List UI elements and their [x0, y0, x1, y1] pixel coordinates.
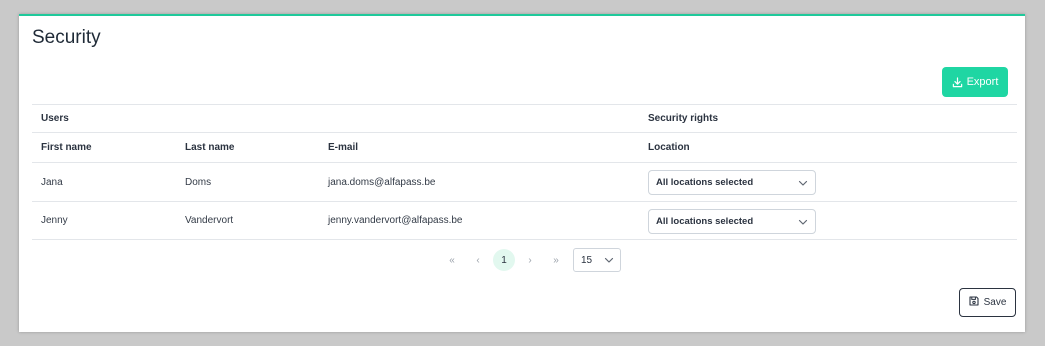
column-header-last-name: Last name: [185, 142, 235, 153]
chevron-down-icon: [798, 217, 808, 230]
floppy-disk-icon: [969, 296, 979, 309]
save-label: Save: [983, 297, 1007, 308]
first-page-button[interactable]: «: [439, 249, 465, 271]
page-title: Security: [32, 27, 101, 48]
export-button[interactable]: Export: [942, 67, 1008, 97]
location-select[interactable]: All locations selected: [648, 209, 816, 234]
location-select-value: All locations selected: [656, 177, 754, 188]
column-header-row: First name Last name E-mail Location: [32, 132, 1017, 162]
chevron-down-icon: [604, 255, 614, 268]
security-panel: Security Export Users Security rights Fi…: [19, 14, 1025, 332]
cell-email: jenny.vandervort@alfapass.be: [328, 215, 463, 226]
page-size-value: 15: [581, 254, 593, 266]
chevron-down-icon: [798, 178, 808, 191]
group-header-users: Users: [41, 113, 69, 124]
last-page-button[interactable]: »: [543, 249, 569, 271]
cell-last-name: Doms: [185, 176, 212, 188]
previous-page-button[interactable]: ‹: [465, 249, 491, 271]
security-table: Users Security rights First name Last na…: [32, 104, 1017, 240]
location-select-value: All locations selected: [656, 216, 754, 227]
save-button[interactable]: Save: [959, 288, 1016, 317]
table-row: Jana Doms jana.doms@alfapass.be All loca…: [32, 162, 1017, 201]
group-header-row: Users Security rights: [32, 104, 1017, 132]
page-1-button[interactable]: 1: [493, 249, 515, 271]
table-row: Jenny Vandervort jenny.vandervort@alfapa…: [32, 201, 1017, 240]
column-header-email: E-mail: [328, 142, 359, 153]
location-select[interactable]: All locations selected: [648, 170, 816, 195]
pagination: « ‹ 1 › » 15: [439, 247, 621, 273]
cell-first-name: Jana: [41, 176, 63, 188]
window-frame: Security Export Users Security rights Fi…: [0, 0, 1045, 346]
column-header-first-name: First name: [41, 142, 92, 153]
column-header-location: Location: [648, 142, 690, 153]
cell-last-name: Vandervort: [185, 215, 234, 226]
export-label: Export: [966, 76, 999, 88]
page-size-select[interactable]: 15: [573, 248, 621, 272]
download-icon: [952, 76, 963, 88]
cell-email: jana.doms@alfapass.be: [328, 176, 436, 188]
next-page-button[interactable]: ›: [517, 249, 543, 271]
cell-first-name: Jenny: [41, 215, 68, 226]
group-header-security-rights: Security rights: [648, 113, 719, 124]
